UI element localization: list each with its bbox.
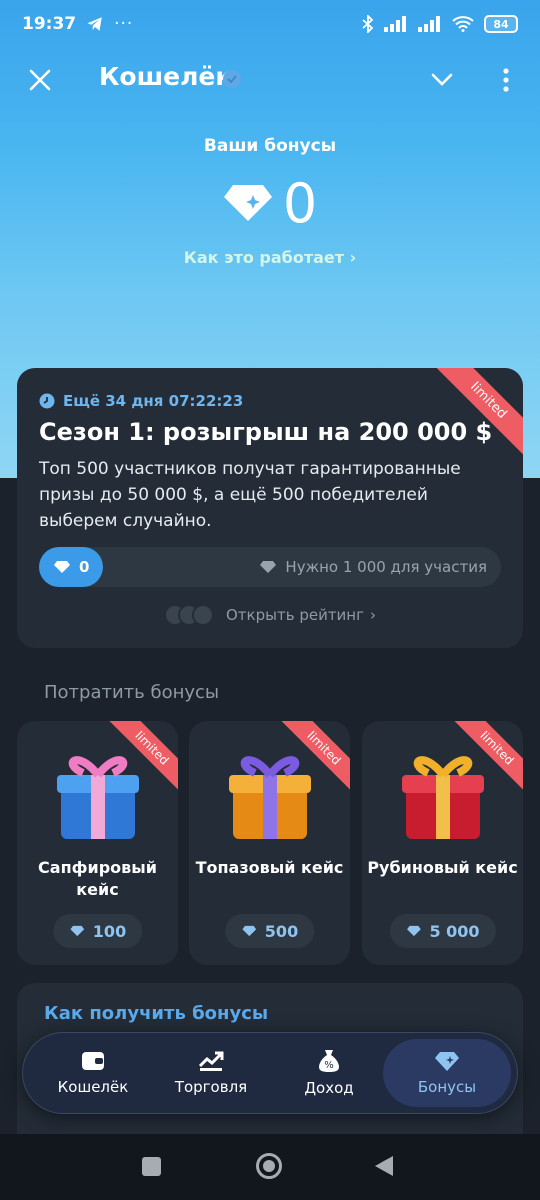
tab-label: Торговля: [174, 1078, 248, 1096]
trading-chart-icon: [198, 1051, 224, 1071]
status-bar: 19:37 ··· 84: [0, 0, 540, 48]
case-price[interactable]: 100: [52, 914, 143, 948]
gift-icon: [57, 756, 139, 839]
case-card-ruby[interactable]: limited Рубиновый кейс 5 000: [362, 721, 523, 965]
svg-text:%: %: [324, 1060, 334, 1071]
wifi-icon: [452, 16, 474, 32]
expand-button[interactable]: [426, 64, 458, 96]
progress-need-text: Нужно 1 000 для участия: [285, 558, 487, 576]
tab-wallet[interactable]: Кошелёк: [33, 1039, 153, 1107]
how-it-works-label: Как это работает: [183, 248, 345, 267]
close-icon: [29, 69, 51, 91]
more-menu-button[interactable]: [494, 64, 518, 96]
signal-icon-2: [418, 16, 440, 32]
how-it-works-link[interactable]: Как это работает ›: [0, 248, 540, 267]
system-nav-bar: [0, 1134, 540, 1200]
diamond-icon: [54, 561, 70, 573]
season-title: Сезон 1: розыгрыш на 200 000 $: [39, 418, 493, 446]
header: Кошелёк: [0, 52, 540, 108]
tab-label: Кошелёк: [57, 1078, 129, 1096]
season-description: Топ 500 участников получат гарантированн…: [39, 459, 461, 531]
case-name: Сапфировый кейс: [38, 858, 157, 899]
timer-text: Ещё 34 дня 07:22:23: [63, 392, 244, 410]
bonus-value: 0: [282, 171, 318, 235]
wallet-icon: [82, 1052, 104, 1070]
diamond-icon: [223, 185, 272, 221]
bottom-tab-bar: Кошелёк Торговля % Доход Бонусы: [22, 1032, 518, 1114]
bluetooth-icon: [362, 15, 374, 33]
open-rating-link[interactable]: Открыть рейтинг ›: [17, 604, 523, 626]
how-to-get-title: Как получить бонусы: [44, 1003, 269, 1024]
telegram-icon: [87, 17, 102, 31]
verified-icon: [223, 70, 241, 88]
recent-apps-button[interactable]: [142, 1157, 161, 1176]
home-button[interactable]: [256, 1153, 282, 1179]
diamond-icon: [260, 561, 277, 573]
season-card[interactable]: limited Ещё 34 дня 07:22:23 Сезон 1: роз…: [17, 368, 523, 648]
diamond-icon: [241, 925, 256, 937]
case-price-value: 5 000: [429, 921, 480, 941]
tab-income[interactable]: % Доход: [269, 1039, 389, 1107]
more-vertical-icon: [503, 68, 509, 92]
progress-fill: 0: [39, 547, 103, 587]
case-price-value: 100: [92, 921, 127, 941]
status-time: 19:37: [22, 14, 77, 34]
battery-icon: 84: [484, 15, 518, 33]
chevron-down-icon: [431, 73, 453, 86]
close-button[interactable]: [24, 64, 56, 96]
gift-icon: [229, 756, 311, 839]
spend-section-title: Потратить бонусы: [44, 682, 220, 703]
tab-label: Доход: [304, 1079, 354, 1097]
diamond-icon: [406, 925, 421, 937]
rating-label: Открыть рейтинг: [226, 606, 364, 624]
more-notifications-icon: ···: [114, 14, 134, 34]
gift-icon: [402, 756, 484, 839]
progress-value: 0: [79, 558, 90, 576]
chevron-right-icon: ›: [349, 248, 357, 267]
tab-trading[interactable]: Торговля: [151, 1039, 271, 1107]
season-timer: Ещё 34 дня 07:22:23: [39, 392, 243, 410]
case-card-topaz[interactable]: limited Топазовый кейс 500: [189, 721, 350, 965]
case-name: Топазовый кейс: [195, 858, 344, 877]
diamond-icon: [69, 925, 84, 937]
season-progress: 0 Нужно 1 000 для участия: [39, 547, 501, 587]
tab-bonuses[interactable]: Бонусы: [383, 1039, 511, 1107]
case-price[interactable]: 500: [224, 914, 315, 948]
case-price-value: 500: [264, 921, 299, 941]
page-title: Кошелёк: [99, 62, 233, 91]
progress-requirement: Нужно 1 000 для участия: [259, 547, 487, 587]
case-price[interactable]: 5 000: [389, 914, 496, 948]
case-card-sapphire[interactable]: limited Сапфировый кейс 100: [17, 721, 178, 965]
chevron-right-icon: ›: [370, 606, 376, 624]
money-bag-icon: %: [319, 1050, 339, 1072]
clock-icon: [39, 393, 55, 409]
bonus-label: Ваши бонусы: [203, 136, 337, 156]
diamond-icon: [435, 1052, 459, 1071]
back-button[interactable]: [375, 1156, 393, 1176]
rating-avatars: [164, 604, 214, 626]
case-name: Рубиновый кейс: [367, 858, 518, 877]
signal-icon: [384, 16, 406, 32]
tab-label: Бонусы: [417, 1078, 477, 1096]
bonus-balance: 0: [0, 168, 540, 238]
